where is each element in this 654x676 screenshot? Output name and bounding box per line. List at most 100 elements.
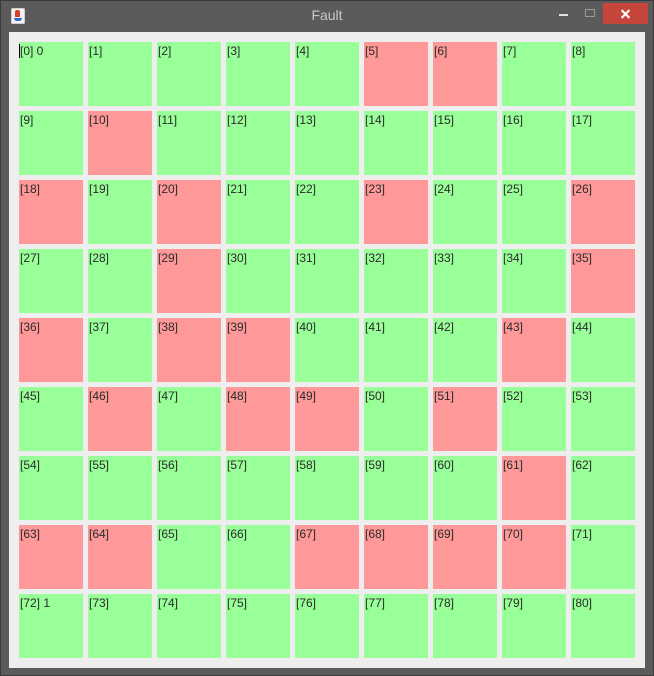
grid-cell-label: [80]	[572, 596, 593, 610]
grid-cell-label: [11]	[158, 113, 178, 127]
grid-cell-label: [30]	[227, 251, 248, 265]
grid-cell[interactable]: [78]	[433, 594, 497, 658]
grid-cell[interactable]: [69]	[433, 525, 497, 589]
grid-cell[interactable]: [60]	[433, 456, 497, 520]
grid-cell[interactable]: [47]	[157, 387, 221, 451]
grid-cell[interactable]: [3]	[226, 42, 290, 106]
grid-cell-label: [61]	[503, 458, 524, 472]
grid-cell[interactable]: [28]	[88, 249, 152, 313]
grid-cell[interactable]: [70]	[502, 525, 566, 589]
grid-cell[interactable]: [0] 0	[19, 42, 83, 106]
grid-cell[interactable]: [35]	[571, 249, 635, 313]
grid-cell[interactable]: [49]	[295, 387, 359, 451]
title-bar[interactable]: Fault	[1, 1, 653, 31]
grid-cell[interactable]: [18]	[19, 180, 83, 244]
grid-cell[interactable]: [72] 1	[19, 594, 83, 658]
grid-cell-label: [63]	[20, 527, 41, 541]
grid-cell[interactable]: [45]	[19, 387, 83, 451]
grid-cell[interactable]: [75]	[226, 594, 290, 658]
grid-cell[interactable]: [76]	[295, 594, 359, 658]
grid-cell-label: [78]	[434, 596, 455, 610]
grid-cell[interactable]: [59]	[364, 456, 428, 520]
grid-cell[interactable]: [39]	[226, 318, 290, 382]
grid-cell[interactable]: [64]	[88, 525, 152, 589]
grid-cell[interactable]: [34]	[502, 249, 566, 313]
grid-cell-label: [16]	[503, 113, 524, 127]
grid-cell[interactable]: [40]	[295, 318, 359, 382]
grid-cell-label: [22]	[296, 182, 317, 196]
grid-cell[interactable]: [80]	[571, 594, 635, 658]
grid-cell[interactable]: [37]	[88, 318, 152, 382]
grid-cell[interactable]: [32]	[364, 249, 428, 313]
grid-cell[interactable]: [9]	[19, 111, 83, 175]
grid-cell[interactable]: [67]	[295, 525, 359, 589]
grid-cell[interactable]: [16]	[502, 111, 566, 175]
grid-cell[interactable]: [15]	[433, 111, 497, 175]
grid-cell[interactable]: [48]	[226, 387, 290, 451]
grid-cell[interactable]: [26]	[571, 180, 635, 244]
grid-cell[interactable]: [24]	[433, 180, 497, 244]
grid-cell[interactable]: [17]	[571, 111, 635, 175]
grid-cell-label: [43]	[503, 320, 524, 334]
grid-cell[interactable]: [63]	[19, 525, 83, 589]
grid-cell[interactable]: [4]	[295, 42, 359, 106]
grid-cell[interactable]: [74]	[157, 594, 221, 658]
grid-cell[interactable]: [46]	[88, 387, 152, 451]
grid-cell[interactable]: [50]	[364, 387, 428, 451]
maximize-icon[interactable]	[577, 4, 603, 24]
grid-cell[interactable]: [73]	[88, 594, 152, 658]
grid-cell[interactable]: [68]	[364, 525, 428, 589]
grid-cell[interactable]: [57]	[226, 456, 290, 520]
grid-cell[interactable]: [66]	[226, 525, 290, 589]
minimize-icon[interactable]	[550, 4, 576, 24]
grid-cell-label: [70]	[503, 527, 524, 541]
grid-cell[interactable]: [79]	[502, 594, 566, 658]
grid-cell[interactable]: [36]	[19, 318, 83, 382]
grid-cell[interactable]: [42]	[433, 318, 497, 382]
grid-cell[interactable]: [23]	[364, 180, 428, 244]
grid-cell[interactable]: [25]	[502, 180, 566, 244]
grid-cell[interactable]: [53]	[571, 387, 635, 451]
grid-cell[interactable]: [11]	[157, 111, 221, 175]
grid-cell-label: [74]	[158, 596, 179, 610]
grid-cell[interactable]: [65]	[157, 525, 221, 589]
grid-cell[interactable]: [31]	[295, 249, 359, 313]
grid-cell[interactable]: [29]	[157, 249, 221, 313]
grid-cell[interactable]: [20]	[157, 180, 221, 244]
grid-cell-label: [40]	[296, 320, 317, 334]
grid-cell[interactable]: [8]	[571, 42, 635, 106]
grid-cell[interactable]: [19]	[88, 180, 152, 244]
grid-cell[interactable]: [7]	[502, 42, 566, 106]
grid-cell[interactable]: [41]	[364, 318, 428, 382]
grid-cell[interactable]: [30]	[226, 249, 290, 313]
grid-cell-label: [71]	[572, 527, 593, 541]
close-icon[interactable]	[603, 3, 648, 24]
grid-cell[interactable]: [44]	[571, 318, 635, 382]
grid-cell[interactable]: [61]	[502, 456, 566, 520]
grid-cell[interactable]: [13]	[295, 111, 359, 175]
grid-cell[interactable]: [5]	[364, 42, 428, 106]
grid-cell[interactable]: [43]	[502, 318, 566, 382]
grid-cell[interactable]: [54]	[19, 456, 83, 520]
grid-cell[interactable]: [58]	[295, 456, 359, 520]
grid-cell[interactable]: [62]	[571, 456, 635, 520]
grid-cell[interactable]: [10]	[88, 111, 152, 175]
grid-cell[interactable]: [6]	[433, 42, 497, 106]
grid-cell[interactable]: [27]	[19, 249, 83, 313]
grid-cell[interactable]: [1]	[88, 42, 152, 106]
grid-cell-label: [6]	[434, 44, 448, 58]
grid-cell[interactable]: [33]	[433, 249, 497, 313]
grid-cell[interactable]: [77]	[364, 594, 428, 658]
grid-cell[interactable]: [14]	[364, 111, 428, 175]
grid-cell[interactable]: [38]	[157, 318, 221, 382]
grid-cell[interactable]: [55]	[88, 456, 152, 520]
grid-cell[interactable]: [12]	[226, 111, 290, 175]
grid-cell[interactable]: [52]	[502, 387, 566, 451]
grid-cell[interactable]: [56]	[157, 456, 221, 520]
grid-cell[interactable]: [21]	[226, 180, 290, 244]
grid-cell[interactable]: [51]	[433, 387, 497, 451]
grid-cell-label: [17]	[572, 113, 593, 127]
grid-cell[interactable]: [22]	[295, 180, 359, 244]
grid-cell[interactable]: [71]	[571, 525, 635, 589]
grid-cell[interactable]: [2]	[157, 42, 221, 106]
